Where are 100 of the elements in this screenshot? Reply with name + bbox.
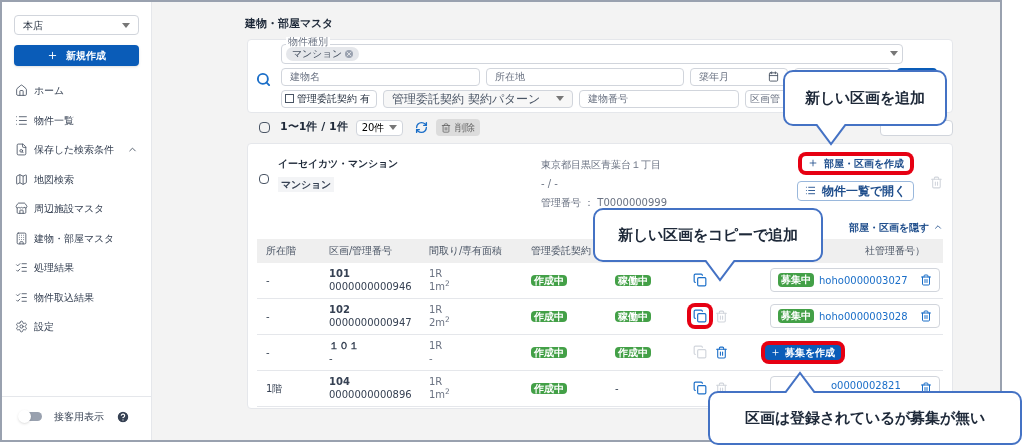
result-count: 1〜1件 / 1件 [280, 119, 348, 136]
building-checkbox[interactable] [259, 173, 269, 184]
store-icon [15, 202, 28, 215]
nav-item[interactable]: 処理結果 [15, 257, 138, 278]
nav-item[interactable]: 地図検索 [15, 168, 138, 190]
nav-label: 保存した検索条件 [34, 143, 115, 157]
callout-tail [785, 371, 815, 393]
status-badge: 作成中 [531, 274, 567, 286]
nav-item[interactable]: 建物・部屋マスタ [15, 227, 138, 249]
listing-link[interactable]: hoho0000003028 [819, 308, 915, 324]
text-field[interactable]: 所在地 [486, 67, 684, 86]
column-header: 管理委託契約 [531, 245, 591, 256]
list-icon [805, 185, 817, 196]
calendar-icon[interactable] [768, 71, 779, 82]
plus-icon [47, 50, 58, 61]
nav-label: 物件一覧 [34, 113, 75, 128]
nav-label: 周辺施設マスタ [34, 202, 105, 216]
management-number: 管理番号 ： T0000000999 [541, 195, 669, 210]
nav-item[interactable]: 物件取込結果 [15, 286, 138, 308]
building-icon [15, 231, 28, 245]
unit-number: 102 [329, 303, 351, 316]
plus-icon [807, 158, 818, 168]
select-field[interactable]: 管理委託契約 契約パターン [383, 89, 573, 108]
trash-icon[interactable] [920, 310, 932, 322]
text-field[interactable]: 建物名 [281, 67, 480, 86]
nav-item[interactable]: 周辺施設マスタ [15, 198, 138, 219]
trash-icon[interactable] [920, 274, 932, 286]
text-field[interactable]: 建物番号 [579, 89, 739, 108]
plus-icon [771, 347, 780, 357]
toggle-switch[interactable] [20, 412, 42, 421]
home-icon [15, 84, 28, 97]
new-button[interactable]: 新規作成 [14, 45, 139, 66]
select-all-checkbox[interactable] [259, 122, 270, 133]
unit-number: １０１ [329, 339, 360, 352]
status-badge: 作成中 [531, 346, 567, 358]
area-cell-text: 2m$^{2}$ [429, 316, 451, 329]
listing-link[interactable]: hoho0000003027 [819, 272, 915, 288]
address: 東京都目黒区青葉台１丁目 [541, 157, 662, 172]
checklist-icon [15, 261, 28, 274]
column-header: 社管理番号） [865, 245, 925, 256]
type-tag: マンション [277, 176, 334, 192]
page-size-select[interactable]: 20件 [355, 119, 403, 136]
list-icon [15, 113, 28, 127]
copy-icon [693, 381, 707, 395]
chevron-up-icon [933, 222, 943, 232]
delete-button[interactable]: 削除 [435, 119, 480, 136]
floor-cell: - [266, 310, 270, 322]
dropdown-caret-icon [122, 22, 130, 28]
column-header: 区画/管理番号 [329, 245, 393, 256]
nav-label: 物件取込結果 [34, 290, 95, 305]
contract-checkbox[interactable]: 管理委託契約 有 [281, 89, 377, 108]
dropdown-caret-icon [556, 96, 564, 101]
nav-item[interactable]: 設定 [15, 316, 138, 337]
nav-item[interactable]: ホーム [15, 80, 138, 101]
toggle-units-link[interactable]: 部屋・区画を隠す [849, 219, 943, 235]
column-header: 所在階 [266, 245, 296, 256]
nav-item[interactable]: 物件一覧 [15, 109, 138, 131]
text-field[interactable]: 築年月 [690, 67, 788, 86]
filter-chip[interactable]: マンション [286, 46, 359, 61]
management-code: 0000000000947 [329, 316, 413, 329]
trash-icon[interactable] [920, 382, 932, 394]
column-header: 間取り/専有面積 [429, 245, 503, 256]
toggle-label: 接客用表示 [54, 410, 104, 424]
trash-icon[interactable] [715, 345, 728, 359]
copy-button[interactable] [691, 379, 709, 397]
nav-item[interactable]: 保存した検索条件 [15, 139, 138, 160]
settings-icon [15, 320, 28, 333]
building-name: イーセイカツ・マンション [277, 156, 399, 171]
listing-link[interactable]: o0000002821 [831, 379, 901, 391]
nav-label: ホーム [34, 84, 65, 98]
trash-icon [440, 122, 451, 133]
dropdown-caret-icon [388, 125, 397, 130]
store-select[interactable]: 本店 [14, 15, 139, 35]
callout-tail [705, 260, 735, 282]
status-badge: 稼働中 [615, 310, 651, 322]
checklist-icon [15, 290, 28, 304]
status-badge: 作成中 [531, 310, 567, 322]
layout-cell-text: 1R [429, 267, 444, 280]
file-search-icon [15, 143, 28, 156]
search-icon [256, 72, 271, 87]
nav-label: 建物・部屋マスタ [34, 231, 115, 246]
area-cell-text: 1m$^{2}$ [429, 388, 451, 401]
status-badge: 募集中 [778, 273, 814, 287]
page-title: 建物・部屋マスタ [245, 16, 334, 32]
copy-icon [693, 345, 707, 359]
floor-cell: - [266, 346, 270, 358]
floor-cell: - [266, 274, 270, 286]
layout-cell-text: 1R [429, 303, 444, 316]
unit-number: 104 [329, 375, 351, 388]
access-info: - / - [541, 176, 559, 191]
copy-button[interactable] [691, 271, 709, 289]
dropdown-caret-icon [890, 51, 898, 56]
field-label: 物件種別 [286, 36, 330, 47]
help-icon[interactable] [116, 409, 130, 424]
refresh-icon[interactable] [414, 121, 428, 134]
management-code: 0000000000896 [329, 388, 413, 401]
nav-label: 処理結果 [34, 261, 75, 275]
map-icon [15, 172, 28, 186]
open-list-button[interactable]: 物件一覧で開く [797, 180, 915, 201]
nav-label: 設定 [34, 320, 55, 334]
